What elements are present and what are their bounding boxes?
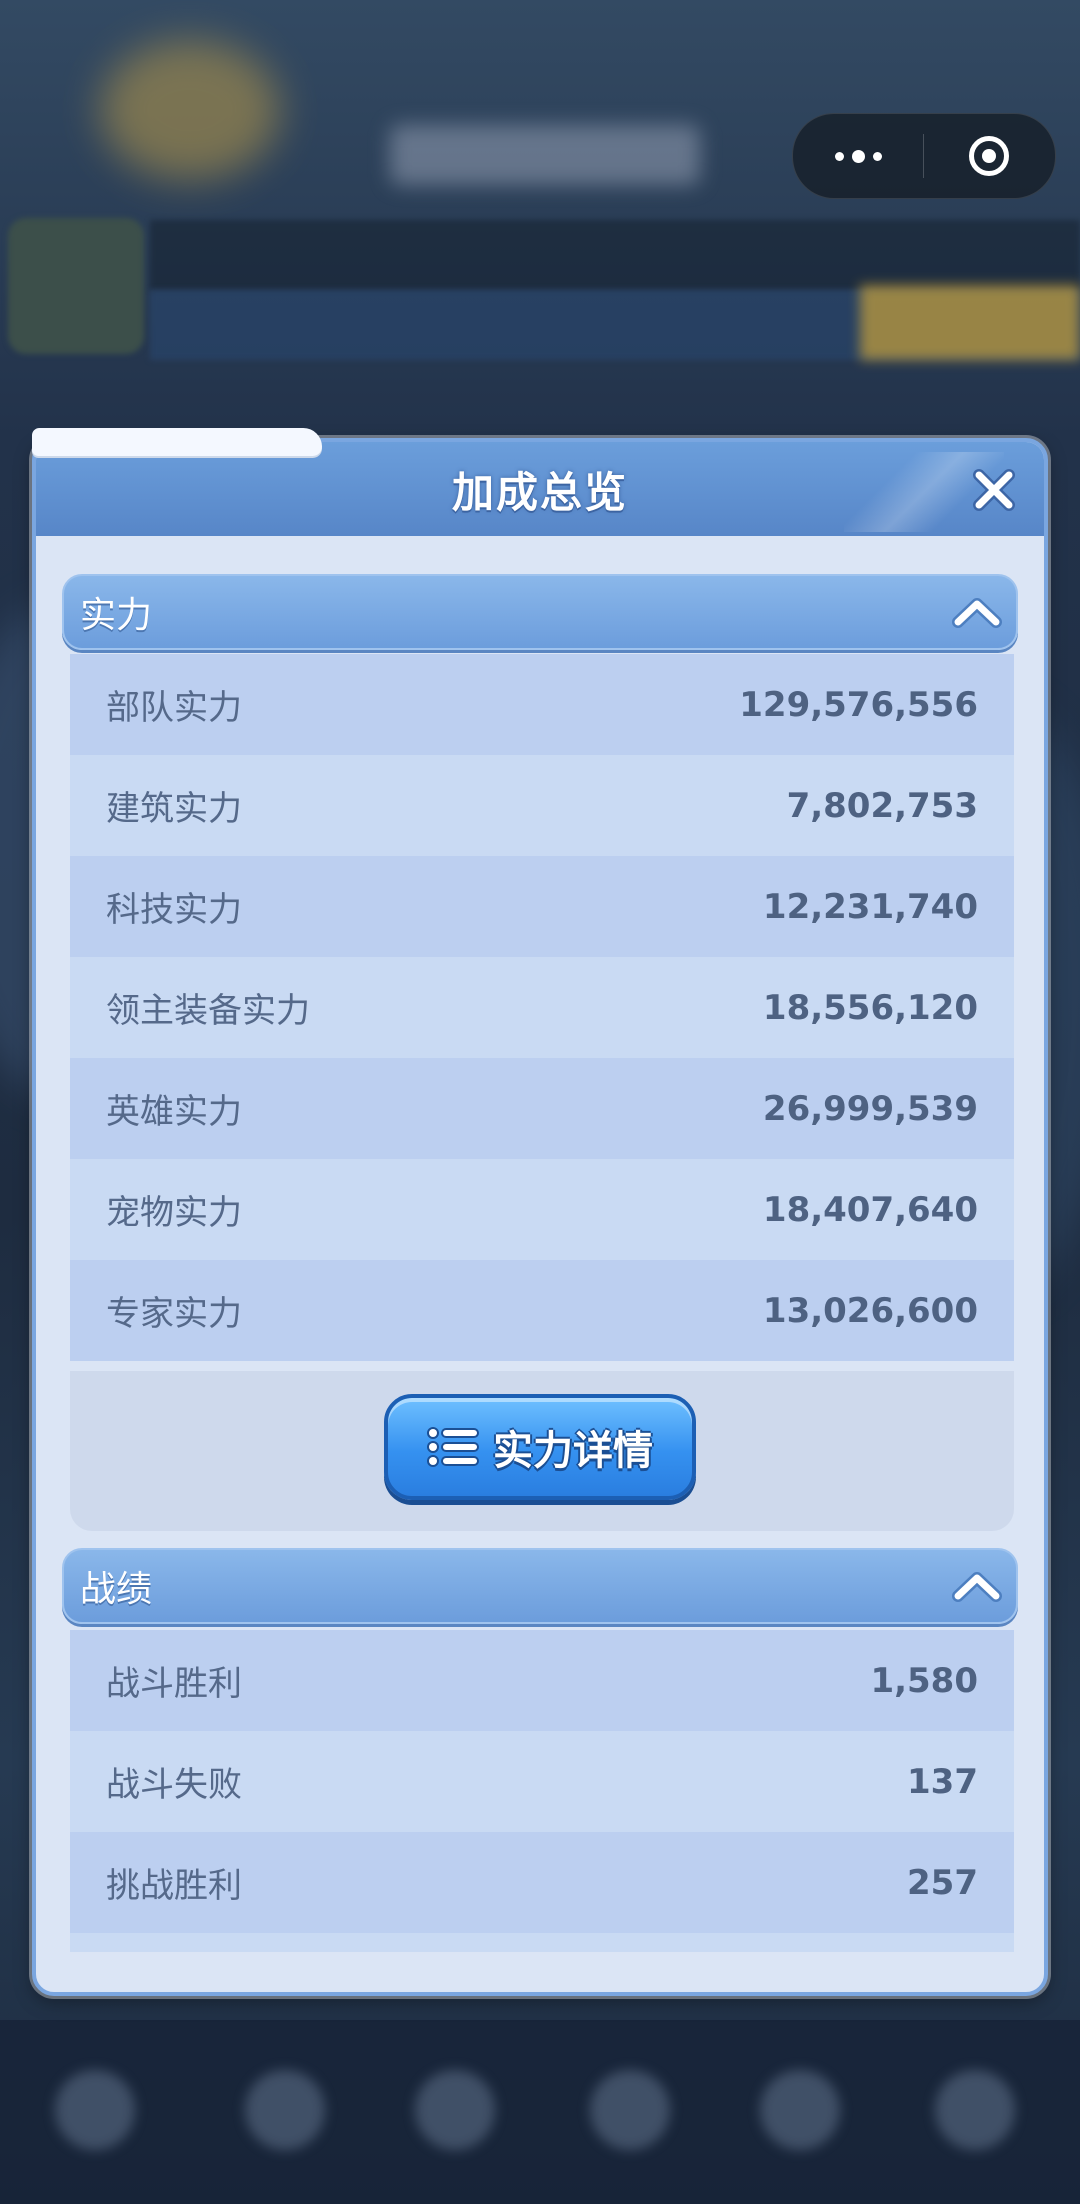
close-button[interactable] <box>968 464 1020 516</box>
bonus-overview-dialog: 加成总览 实力 部队实力 129,576,556 建筑实力 7,802,753 … <box>32 428 1048 1996</box>
more-dots-icon <box>834 149 882 163</box>
record-list: 战斗胜利 1,580 战斗失败 137 挑战胜利 257 <box>70 1630 1014 1952</box>
section-header-record[interactable]: 战绩 <box>62 1548 1018 1624</box>
strength-list: 部队实力 129,576,556 建筑实力 7,802,753 科技实力 12,… <box>70 654 1014 1361</box>
record-list-viewport[interactable]: 战斗胜利 1,580 战斗失败 137 挑战胜利 257 <box>70 1630 1014 1952</box>
dialog-title: 加成总览 <box>451 467 628 517</box>
player-avatar <box>8 218 144 354</box>
list-item: 科技实力 12,231,740 <box>70 856 1014 957</box>
exit-button[interactable] <box>924 114 1054 198</box>
list-item: 专家实力 13,026,600 <box>70 1260 1014 1361</box>
section-title: 实力 <box>80 595 153 636</box>
miniprogram-capsule <box>792 113 1056 199</box>
bottom-nav-bar <box>0 2020 1080 2204</box>
section-header-strength[interactable]: 实力 <box>62 574 1018 650</box>
close-x-icon <box>973 469 1015 511</box>
list-item: 部队实力 129,576,556 <box>70 654 1014 755</box>
list-item: 战斗失败 137 <box>70 1731 1014 1832</box>
more-button[interactable] <box>793 114 923 198</box>
section-title: 战绩 <box>80 1569 153 1610</box>
target-icon <box>969 136 1009 176</box>
snow-decoration <box>32 428 322 456</box>
list-item: 建筑实力 7,802,753 <box>70 755 1014 856</box>
dialog-header: 加成总览 <box>36 442 1044 536</box>
list-item: 宠物实力 18,407,640 <box>70 1159 1014 1260</box>
list-item: 领主装备实力 18,556,120 <box>70 957 1014 1058</box>
chevron-up-icon[interactable] <box>952 1568 1002 1604</box>
list-icon <box>427 1427 479 1467</box>
list-item: 英雄实力 26,999,539 <box>70 1058 1014 1159</box>
detail-button-label: 实力详情 <box>493 1428 653 1474</box>
strength-detail-button[interactable]: 实力详情 <box>384 1394 696 1500</box>
list-item-partial <box>70 1933 1014 1952</box>
list-item: 挑战胜利 257 <box>70 1832 1014 1933</box>
list-item: 战斗胜利 1,580 <box>70 1630 1014 1731</box>
chevron-up-icon[interactable] <box>952 594 1002 630</box>
